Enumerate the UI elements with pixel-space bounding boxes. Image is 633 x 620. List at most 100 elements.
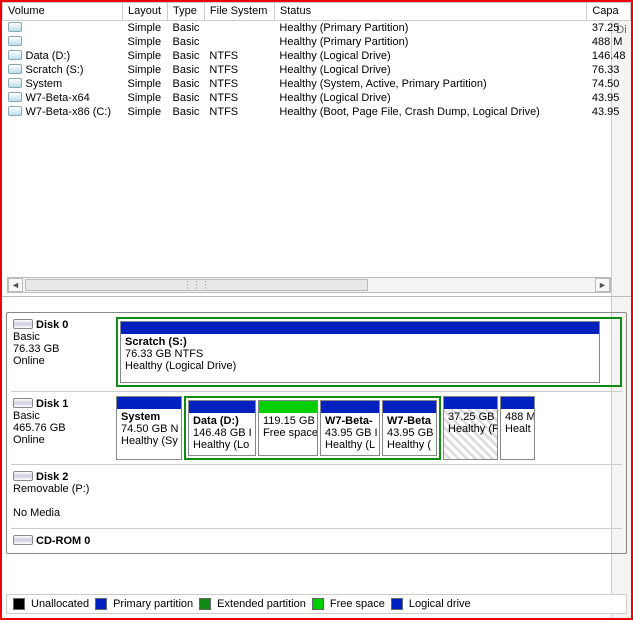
- partition-body: Scratch (S:)76.33 GB NTFSHealthy (Logica…: [121, 334, 599, 382]
- col-layout[interactable]: Layout: [123, 3, 168, 21]
- partition-line: Free space: [263, 427, 317, 439]
- volume-type: Basic: [168, 21, 205, 36]
- partition-header: [501, 397, 534, 409]
- volume-name: Data (D:): [26, 50, 71, 62]
- partition[interactable]: 37.25 GBHealthy (P: [443, 396, 498, 460]
- disk-graphical-pane: Disk 0 Basic 76.33 GB Online Scratch (S:…: [6, 312, 627, 554]
- table-row[interactable]: SystemSimpleBasicNTFSHealthy (System, Ac…: [3, 77, 631, 91]
- extended-partition-container: Scratch (S:)76.33 GB NTFSHealthy (Logica…: [116, 317, 622, 387]
- volume-status: Healthy (Primary Partition): [274, 21, 586, 36]
- volume-fs: NTFS: [204, 49, 274, 63]
- partition[interactable]: Data (D:)146.48 GB IHealthy (Lo: [188, 400, 256, 456]
- volume-fs: NTFS: [204, 91, 274, 105]
- partition-line: 146.48 GB I: [193, 427, 252, 439]
- partition-name: System: [121, 411, 177, 423]
- disk-info: Disk 2 Removable (P:) No Media: [11, 469, 116, 524]
- table-row[interactable]: Scratch (S:) SimpleBasicNTFSHealthy (Logi…: [3, 63, 631, 77]
- partition[interactable]: 488 MHealt: [500, 396, 535, 460]
- volume-icon: [8, 50, 22, 60]
- volume-layout: Simple: [123, 91, 168, 105]
- table-row[interactable]: SimpleBasicHealthy (Primary Partition)37…: [3, 21, 631, 36]
- disk-info: CD-ROM 0: [11, 533, 116, 549]
- partition-line: Healthy (Logical Drive): [125, 360, 236, 372]
- volume-status: Healthy (Logical Drive): [274, 91, 586, 105]
- table-row[interactable]: SimpleBasicHealthy (Primary Partition)48…: [3, 35, 631, 49]
- volume-icon: [8, 78, 22, 88]
- table-row[interactable]: W7-Beta-x86 (C:)SimpleBasicNTFSHealthy (…: [3, 105, 631, 119]
- disk-row: Disk 1 Basic 465.76 GB Online System74.5…: [11, 391, 622, 460]
- partition-name: W7-Beta: [387, 415, 432, 427]
- partition-line: 43.95 GB I: [325, 427, 378, 439]
- cdrom-icon: [13, 535, 33, 545]
- disk-state: Online: [13, 355, 112, 367]
- partition-group: 37.25 GBHealthy (P488 MHealt: [443, 396, 535, 460]
- volume-layout: Simple: [123, 35, 168, 49]
- volume-fs: NTFS: [204, 63, 274, 77]
- disk-map: System74.50 GB NHealthy (Sy Data (D:)146…: [116, 396, 622, 460]
- volume-type: Basic: [168, 49, 205, 63]
- disk-title: CD-ROM 0: [36, 535, 90, 547]
- horizontal-scrollbar[interactable]: ◄ ⋮⋮⋮ ►: [7, 277, 611, 293]
- partition-line: Healthy (L: [325, 439, 375, 451]
- volume-layout: Simple: [123, 63, 168, 77]
- disk-size: 465.76 GB: [13, 422, 112, 434]
- partition-line: Healt: [505, 423, 531, 435]
- partition[interactable]: Scratch (S:)76.33 GB NTFSHealthy (Logica…: [120, 321, 600, 383]
- partition-line: 74.50 GB N: [121, 423, 178, 435]
- table-row[interactable]: Data (D:)SimpleBasicNTFSHealthy (Logical…: [3, 49, 631, 63]
- partition-line: 488 M: [505, 411, 534, 423]
- volume-table-header-row: Volume Layout Type File System Status Ca…: [3, 3, 631, 21]
- disk-row: Disk 0 Basic 76.33 GB Online Scratch (S:…: [11, 317, 622, 387]
- extended-partition-container: Data (D:)146.48 GB IHealthy (Lo119.15 GB…: [184, 396, 441, 460]
- disk-bustype: Basic: [13, 410, 112, 422]
- partition[interactable]: W7-Beta-43.95 GB IHealthy (L: [320, 400, 380, 456]
- disk-info: Disk 1 Basic 465.76 GB Online: [11, 396, 116, 460]
- disk-map: [116, 469, 622, 524]
- volume-name: System: [26, 78, 63, 90]
- volume-layout: Simple: [123, 49, 168, 63]
- volume-fs: NTFS: [204, 105, 274, 119]
- col-capacity[interactable]: Capa: [587, 3, 631, 21]
- partition-header: [121, 322, 599, 334]
- disk-row: CD-ROM 0: [11, 528, 622, 549]
- table-row[interactable]: W7-Beta-x64SimpleBasicNTFSHealthy (Logic…: [3, 91, 631, 105]
- scrollbar-thumb[interactable]: ⋮⋮⋮: [25, 279, 368, 291]
- disk-title: Disk 1: [36, 398, 68, 410]
- scrollbar-right-arrow-icon[interactable]: ►: [595, 278, 610, 292]
- col-filesystem[interactable]: File System: [204, 3, 274, 21]
- partition-name: Data (D:): [193, 415, 251, 427]
- legend-swatch-unallocated: [13, 598, 25, 610]
- scrollbar-left-arrow-icon[interactable]: ◄: [8, 278, 23, 292]
- volume-type: Basic: [168, 63, 205, 77]
- volume-list-pane: Volume Layout Type File System Status Ca…: [2, 2, 631, 297]
- col-status[interactable]: Status: [274, 3, 586, 21]
- col-type[interactable]: Type: [168, 3, 205, 21]
- partition[interactable]: 119.15 GBFree space: [258, 400, 318, 456]
- volume-fs: [204, 35, 274, 49]
- volume-name: Scratch (S:): [26, 64, 84, 76]
- col-volume[interactable]: Volume: [3, 3, 123, 21]
- partition-body: System74.50 GB NHealthy (Sy: [117, 409, 181, 459]
- volume-capacity: 37.25: [587, 21, 631, 36]
- volume-type: Basic: [168, 35, 205, 49]
- scrollbar-track[interactable]: ⋮⋮⋮: [23, 278, 595, 292]
- partition-body: 119.15 GBFree space: [259, 413, 317, 455]
- partition[interactable]: W7-Beta43.95 GBHealthy (: [382, 400, 437, 456]
- partition-line: 76.33 GB NTFS: [125, 348, 203, 360]
- volume-layout: Simple: [123, 77, 168, 91]
- volume-capacity: 146.48: [587, 49, 631, 63]
- legend-label: Unallocated: [31, 598, 89, 610]
- legend: Unallocated Primary partition Extended p…: [6, 594, 627, 614]
- partition-header: [444, 397, 497, 409]
- partition[interactable]: System74.50 GB NHealthy (Sy: [116, 396, 182, 460]
- volume-status: Healthy (Logical Drive): [274, 63, 586, 77]
- partition-line: Healthy (Sy: [121, 435, 178, 447]
- partition-group: System74.50 GB NHealthy (Sy: [116, 396, 182, 460]
- volume-capacity: 488 M: [587, 35, 631, 49]
- volume-icon: [8, 36, 22, 46]
- volume-type: Basic: [168, 77, 205, 91]
- partition-body: Data (D:)146.48 GB IHealthy (Lo: [189, 413, 255, 455]
- partition-name: W7-Beta-: [325, 415, 375, 427]
- partition-body: W7-Beta-43.95 GB IHealthy (L: [321, 413, 379, 455]
- partition-header: [383, 401, 436, 413]
